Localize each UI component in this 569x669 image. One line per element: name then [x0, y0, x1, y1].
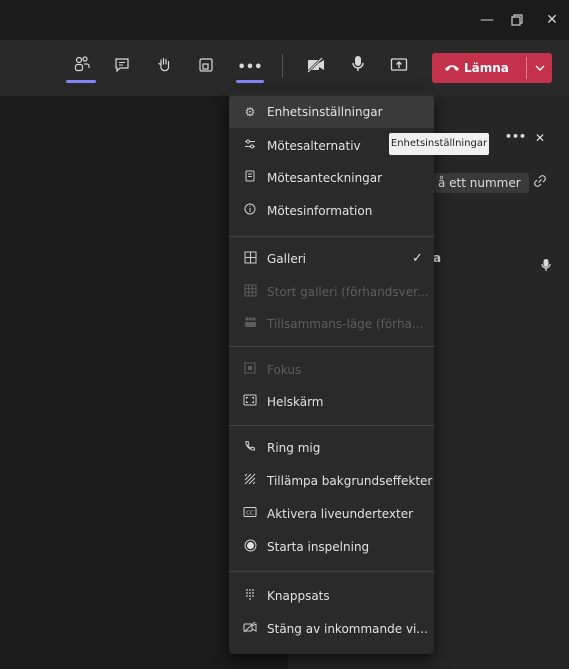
- menu-item-label: Knappsats: [267, 589, 330, 603]
- more-icon[interactable]: •••: [236, 54, 264, 82]
- menu-item-keypad[interactable]: Knappsats: [229, 580, 434, 612]
- menu-item-turn-off-incoming-video[interactable]: Stäng av inkommande vi...: [229, 613, 434, 645]
- close-icon[interactable]: ✕: [540, 8, 564, 32]
- menu-separator: [229, 236, 434, 237]
- menu-item-gallery[interactable]: Galleri ✓: [229, 243, 434, 275]
- panel-close-icon[interactable]: ✕: [535, 131, 545, 145]
- dial-number-button[interactable]: å ett nummer: [430, 173, 529, 193]
- menu-item-together-mode: Tillsammans-läge (förha...: [229, 308, 434, 340]
- menu-item-start-recording[interactable]: Starta inspelning: [229, 531, 434, 563]
- menu-item-label: Tillämpa bakgrundseffekter: [267, 474, 433, 488]
- menu-item-large-gallery: Stort galleri (förhandsver...: [229, 276, 434, 308]
- rooms-icon[interactable]: [192, 54, 220, 82]
- menu-item-label: Fokus: [267, 363, 302, 377]
- leave-separator: [526, 57, 527, 79]
- checkmark-icon: ✓: [412, 251, 423, 266]
- people-active-indicator: [66, 80, 96, 83]
- phone-icon: [242, 440, 258, 456]
- video-off-icon: [242, 621, 258, 637]
- hang-up-icon: [445, 65, 459, 71]
- sliders-icon: [242, 138, 258, 154]
- menu-separator: [229, 346, 434, 347]
- chat-icon[interactable]: [108, 54, 136, 82]
- menu-item-label: Mötesalternativ: [267, 139, 361, 153]
- more-options-menu: ⚙ Enhetsinställningar Mötesalternativ Mö…: [229, 91, 434, 654]
- leave-label: Lämna: [464, 61, 509, 75]
- svg-text:CC: CC: [246, 511, 254, 517]
- menu-item-label: Stäng av inkommande vi...: [267, 622, 428, 636]
- tooltip: Enhetsinställningar: [389, 133, 489, 155]
- menu-separator: [229, 425, 434, 426]
- menu-item-label: Mötesanteckningar: [267, 171, 383, 185]
- menu-item-label: Stort galleri (förhandsver...: [267, 285, 429, 299]
- menu-item-label: Starta inspelning: [267, 540, 370, 554]
- menu-item-meeting-info[interactable]: Mötesinformation: [229, 195, 434, 227]
- menu-item-meeting-notes[interactable]: Mötesanteckningar: [229, 162, 434, 194]
- large-grid-icon: [242, 284, 258, 300]
- toolbar-divider: [282, 54, 283, 78]
- menu-item-label: Mötesinformation: [267, 204, 373, 218]
- menu-item-label: Aktivera liveundertexter: [267, 507, 414, 521]
- together-icon: [242, 316, 258, 332]
- gear-icon: ⚙: [244, 105, 256, 119]
- keypad-icon: [242, 588, 258, 604]
- menu-item-call-me[interactable]: Ring mig: [229, 432, 434, 464]
- link-icon[interactable]: [533, 174, 547, 191]
- menu-item-live-captions[interactable]: CC Aktivera liveundertexter: [229, 498, 434, 530]
- maximize-icon[interactable]: [505, 8, 529, 32]
- participant-name-fragment: a: [433, 251, 442, 265]
- background-effects-icon: [242, 473, 258, 489]
- record-icon: [242, 539, 258, 555]
- grid-icon: [242, 251, 258, 267]
- more-active-indicator: [236, 80, 264, 83]
- fullscreen-icon: [242, 394, 258, 410]
- captions-icon: CC: [242, 506, 258, 522]
- menu-item-device-settings[interactable]: ⚙ Enhetsinställningar: [229, 96, 434, 128]
- camera-off-icon[interactable]: [302, 54, 330, 82]
- info-icon: [242, 203, 258, 219]
- menu-item-fullscreen[interactable]: Helskärm: [229, 386, 434, 418]
- mic-icon[interactable]: [344, 54, 372, 82]
- menu-item-label: Helskärm: [267, 395, 324, 409]
- leave-button[interactable]: Lämna: [432, 53, 552, 83]
- participant-mic-icon: [541, 258, 551, 275]
- title-bar: — ✕: [0, 0, 569, 40]
- chevron-down-icon[interactable]: [528, 53, 552, 83]
- raise-hand-icon[interactable]: [150, 54, 178, 82]
- menu-item-label: Ring mig: [267, 441, 321, 455]
- menu-item-background-effects[interactable]: Tillämpa bakgrundseffekter: [229, 465, 434, 497]
- menu-item-label: Galleri: [267, 252, 306, 266]
- focus-icon: [242, 362, 258, 378]
- notes-icon: [242, 170, 258, 186]
- leave-button-label-area[interactable]: Lämna: [432, 53, 526, 83]
- menu-item-focus: Fokus: [229, 354, 434, 386]
- menu-item-label: Enhetsinställningar: [267, 105, 383, 119]
- menu-item-label: Tillsammans-läge (förha...: [267, 317, 424, 331]
- people-icon[interactable]: [68, 54, 96, 82]
- panel-more-icon[interactable]: •••: [505, 130, 526, 143]
- menu-separator: [229, 571, 434, 572]
- minimize-icon[interactable]: —: [475, 8, 499, 32]
- share-icon[interactable]: [385, 54, 413, 82]
